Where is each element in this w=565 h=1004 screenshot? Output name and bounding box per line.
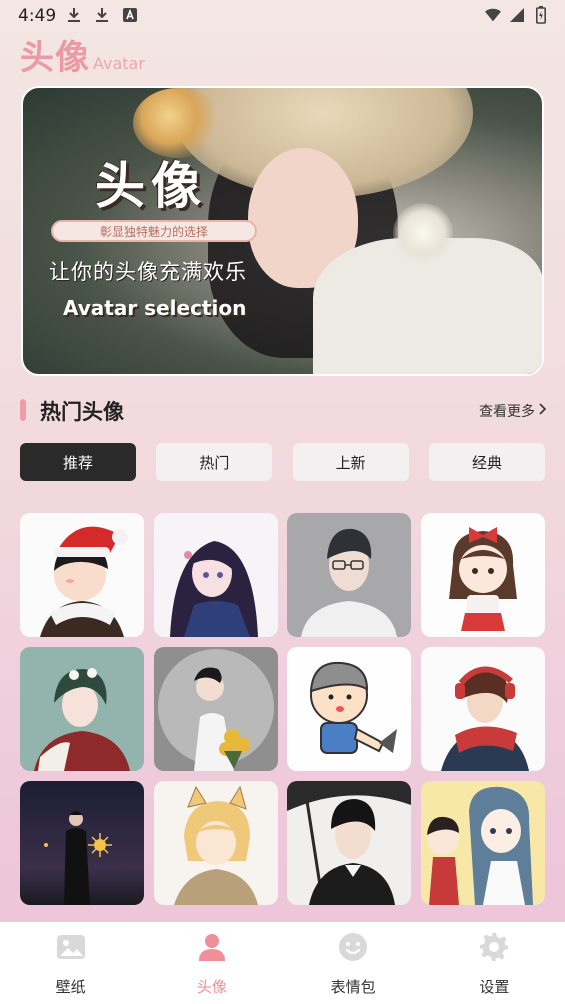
avatar-thumbnail[interactable] <box>287 513 412 637</box>
nav-label: 设置 <box>479 978 510 996</box>
download-icon <box>94 6 110 24</box>
avatar-grid <box>20 513 545 905</box>
avatar-thumbnail[interactable] <box>420 513 545 637</box>
avatar-thumbnail[interactable] <box>20 647 144 771</box>
avatar-thumbnail[interactable] <box>153 647 278 771</box>
person-icon <box>197 932 227 966</box>
avatar-thumbnail[interactable] <box>153 513 278 637</box>
banner-title: 头像 <box>95 157 207 215</box>
app-title-english: Avatar <box>93 54 145 73</box>
chevron-right-icon <box>539 403 547 419</box>
nav-stickers[interactable]: 表情包 <box>283 922 424 1004</box>
see-more-link[interactable]: 查看更多 <box>479 401 547 421</box>
image-icon <box>56 932 86 966</box>
avatar-thumbnail[interactable] <box>287 647 412 771</box>
banner-subtitle: 让你的头像充满欢乐 <box>49 260 247 284</box>
bottom-navigation: 壁纸 头像 表情包 设置 <box>0 922 565 1004</box>
status-time: 4:49 <box>18 6 57 26</box>
smiley-icon <box>338 932 368 966</box>
app-title-chinese: 头像 <box>20 38 90 78</box>
hot-avatars-header: 热门头像 查看更多 <box>20 396 547 426</box>
avatar-thumbnail[interactable] <box>420 647 545 771</box>
see-more-label: 查看更多 <box>479 404 535 420</box>
nav-wallpaper[interactable]: 壁纸 <box>0 922 141 1004</box>
nav-label: 头像 <box>196 978 227 996</box>
nav-avatar[interactable]: 头像 <box>141 922 282 1004</box>
section-title: 热门头像 <box>40 400 124 424</box>
promo-banner[interactable]: 头像 彰显独特魅力的选择 让你的头像充满欢乐 Avatar selection <box>21 86 544 376</box>
nav-label: 壁纸 <box>55 978 86 996</box>
status-system-icons <box>485 6 549 24</box>
banner-english-title: Avatar selection <box>63 296 247 320</box>
avatar-thumbnail[interactable] <box>20 513 144 637</box>
nav-settings[interactable]: 设置 <box>424 922 565 1004</box>
banner-tagline: 彰显独特魅力的选择 <box>51 220 257 242</box>
section-accent-bar <box>20 399 26 421</box>
banner-flower <box>393 203 453 263</box>
nav-label: 表情包 <box>330 978 376 996</box>
avatar-thumbnail[interactable] <box>20 781 144 905</box>
tab-new[interactable]: 上新 <box>292 443 409 481</box>
gear-icon <box>479 932 509 966</box>
avatar-thumbnail[interactable] <box>287 781 412 905</box>
tab-classic[interactable]: 经典 <box>428 443 545 481</box>
avatar-thumbnail[interactable] <box>420 781 545 905</box>
category-tabs: 推荐 热门 上新 经典 <box>20 443 545 481</box>
app-notification-icon <box>122 6 138 24</box>
battery-icon <box>533 6 549 24</box>
download-icon <box>66 6 82 24</box>
tab-hot[interactable]: 热门 <box>156 443 273 481</box>
signal-icon <box>509 6 525 24</box>
wifi-icon <box>485 6 501 24</box>
avatar-thumbnail[interactable] <box>153 781 278 905</box>
status-notification-icons <box>66 6 138 24</box>
status-bar: 4:49 <box>0 0 565 32</box>
tab-recommended[interactable]: 推荐 <box>20 443 136 481</box>
app-title: 头像 Avatar <box>20 30 145 79</box>
